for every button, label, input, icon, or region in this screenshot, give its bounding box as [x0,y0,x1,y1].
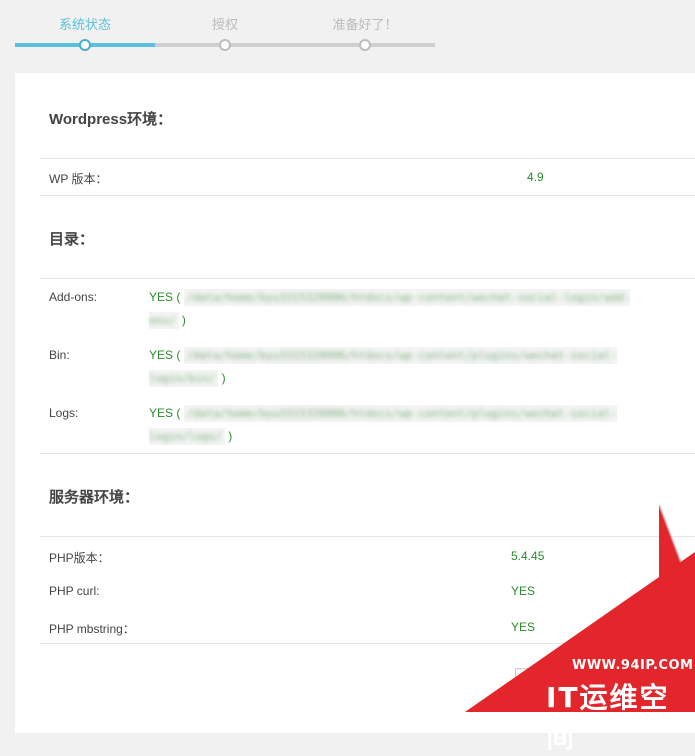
divider [40,278,695,279]
wp-version-value: 4.9 [527,170,544,184]
step-system-status-label[interactable]: 系统状态 [15,14,155,33]
step-dot-ready[interactable] [359,39,371,51]
step-dot-system-status[interactable] [79,39,91,51]
wp-version-label: WP 版本： [49,172,108,186]
addons-dir-status: YES [149,290,174,304]
logs-dir-value: YES ( /data/home/byu3315320006/htdocs/wp… [149,405,618,445]
bin-dir-path: /data/home/byu3315320006/htdocs/wp-conte… [149,347,618,387]
php-version-label: PHP版本： [49,551,110,565]
setup-stepper: 系统状态 授权 准备好了！ [0,0,460,60]
logs-dir-label: Logs: [49,406,79,420]
watermark-name: IT运维空间 [546,681,670,754]
step-authorize-label[interactable]: 授权 [155,14,295,33]
divider [40,536,695,537]
divider [40,453,695,454]
directories-title: 目录： [49,231,95,248]
logs-dir-status: YES [149,406,174,420]
php-mbstring-label: PHP mbstring： [49,622,135,636]
step-ready-label[interactable]: 准备好了！ [295,14,435,33]
step-track-pending [155,43,435,47]
bin-dir-label: Bin: [49,348,70,362]
wordpress-env-title: Wordpress环境： [49,111,173,128]
addons-dir-value: YES ( /data/home/byu3315320006/htdocs/wp… [149,289,631,329]
addons-dir-path: /data/home/byu3315320006/htdocs/wp-conte… [149,289,631,329]
watermark-url: WWW.94IP.COM [572,658,694,673]
php-curl-label: PHP curl: [49,584,100,598]
bin-dir-status: YES [149,348,174,362]
server-env-title: 服务器环境： [49,489,140,506]
bin-dir-value: YES ( /data/home/byu3315320006/htdocs/wp… [149,347,618,387]
logs-dir-path: /data/home/byu3315320006/htdocs/wp-conte… [149,405,618,445]
addons-dir-label: Add-ons: [49,290,98,304]
step-dot-authorize[interactable] [219,39,231,51]
divider [40,195,695,196]
divider [40,158,695,159]
